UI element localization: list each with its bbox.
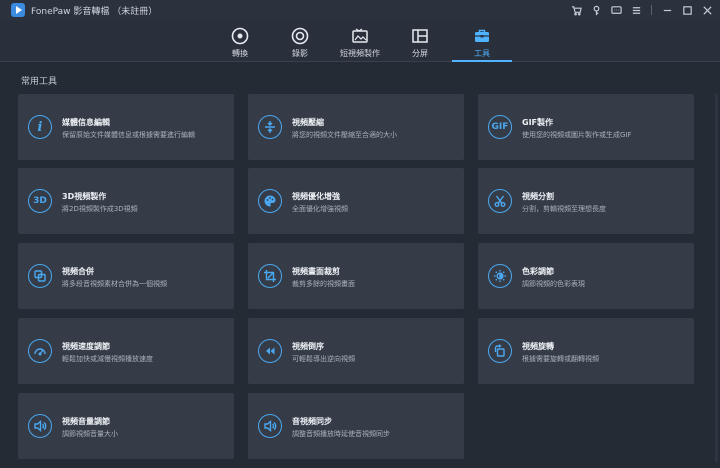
toolbox-icon — [475, 29, 489, 42]
brightness-icon — [488, 264, 512, 288]
tab-record[interactable]: 錄影 — [270, 20, 330, 62]
tool-card-speed[interactable]: 視頻速度調節 輕鬆加快或減慢視頻播放速度 — [18, 318, 234, 384]
tool-card-reverse[interactable]: 視頻倒序 可輕鬆導出逆向視頻 — [248, 318, 464, 384]
tool-title: 視頻音量調節 — [62, 417, 110, 426]
key-icon[interactable] — [589, 2, 603, 18]
merge-icon — [28, 264, 52, 288]
record-icon — [291, 27, 309, 45]
tab-collage[interactable]: 分屏 — [390, 20, 450, 62]
tab-label: 分屏 — [412, 49, 428, 58]
convert-icon — [231, 27, 249, 45]
collage-icon — [412, 29, 428, 43]
tab-convert[interactable]: 轉換 — [210, 20, 270, 62]
feedback-icon[interactable] — [609, 2, 623, 18]
tool-card-gif[interactable]: GIF GIF製作 使用您的視頻或圖片製作或生成GIF — [478, 94, 694, 160]
tool-title: 色彩調節 — [522, 267, 554, 276]
reverse-icon — [258, 339, 282, 363]
speed-icon — [28, 339, 52, 363]
tool-desc: 可輕鬆導出逆向視頻 — [292, 355, 355, 363]
tool-desc: 輕鬆加快或減慢視頻播放速度 — [62, 355, 153, 363]
main-nav: 轉換 錄影 短視頻製作 分屏 工具 — [0, 20, 720, 62]
close-icon[interactable] — [700, 2, 714, 18]
app-logo-icon — [11, 3, 25, 17]
tool-title: 視頻合併 — [62, 267, 94, 276]
window-controls — [569, 2, 714, 18]
info-icon: i — [28, 115, 52, 139]
tool-card-rotate[interactable]: 視頻旋轉 根據需要旋轉或翻轉視頻 — [478, 318, 694, 384]
tool-desc: 將多段音視頻素材合併為一個視頻 — [62, 280, 167, 288]
tool-title: 視頻速度調節 — [62, 342, 110, 351]
tool-title: 視頻分割 — [522, 192, 554, 201]
tool-title: GIF製作 — [522, 118, 554, 127]
tab-label: 錄影 — [292, 49, 308, 58]
compress-icon — [258, 115, 282, 139]
scissors-icon — [488, 189, 512, 213]
tool-card-compress[interactable]: 視頻壓縮 將您的視頻文件壓縮至合適的大小 — [248, 94, 464, 160]
volume-icon — [28, 414, 52, 438]
tab-mv[interactable]: 短視頻製作 — [330, 20, 390, 62]
mv-icon — [352, 28, 368, 43]
tool-desc: 將您的視頻文件壓縮至合適的大小 — [292, 131, 397, 139]
app-title: FonePaw 影音轉檔 （未註冊） — [31, 7, 158, 17]
scrollbar[interactable] — [715, 94, 718, 462]
tab-label: 短視頻製作 — [340, 49, 380, 58]
tool-desc: 調節視頻音量大小 — [62, 430, 118, 438]
tool-title: 媒體信息編輯 — [62, 118, 110, 127]
cart-icon[interactable] — [569, 2, 583, 18]
sync-icon — [258, 414, 282, 438]
tool-card-3d[interactable]: 3D 3D視頻製作 將2D視頻製作成3D視頻 — [18, 168, 234, 234]
tool-desc: 分割，剪輯視頻至理想長度 — [522, 205, 606, 213]
maximize-icon[interactable] — [680, 2, 694, 18]
tool-title: 3D視頻製作 — [62, 192, 107, 201]
menu-icon[interactable] — [629, 2, 643, 18]
tool-title: 視頻倒序 — [292, 342, 324, 351]
tool-title: 視頻壓縮 — [292, 118, 324, 127]
tab-toolbox[interactable]: 工具 — [452, 20, 512, 62]
tool-desc: 調節視頻的色彩表現 — [522, 280, 585, 288]
tool-card-merge[interactable]: 視頻合併 將多段音視頻素材合併為一個視頻 — [18, 243, 234, 309]
title-bar: FonePaw 影音轉檔 （未註冊） — [0, 0, 720, 20]
separator — [651, 5, 652, 15]
tool-desc: 保留原始文件媒體信息或根據需要進行編輯 — [62, 131, 195, 139]
tool-card-metadata[interactable]: i 媒體信息編輯 保留原始文件媒體信息或根據需要進行編輯 — [18, 94, 234, 160]
tool-desc: 將2D視頻製作成3D視頻 — [62, 205, 138, 213]
tool-card-enhance[interactable]: 視頻優化增強 全面優化增強視頻 — [248, 168, 464, 234]
tool-desc: 調整音頻播放時延使音視頻同步 — [292, 430, 390, 438]
tab-label: 工具 — [474, 49, 490, 58]
minimize-icon[interactable] — [660, 2, 674, 18]
tool-desc: 使用您的視頻或圖片製作或生成GIF — [522, 131, 632, 139]
tool-desc: 全面優化增強視頻 — [292, 205, 348, 213]
tool-title: 音視頻同步 — [292, 417, 332, 426]
tool-desc: 裁剪多餘的視頻畫面 — [292, 280, 355, 288]
tab-label: 轉換 — [232, 49, 248, 58]
section-title: 常用工具 — [21, 77, 58, 87]
tool-card-color[interactable]: 色彩調節 調節視頻的色彩表現 — [478, 243, 694, 309]
palette-icon — [258, 189, 282, 213]
tool-title: 視頻畫面裁剪 — [292, 267, 340, 276]
tool-card-trim[interactable]: 視頻分割 分割，剪輯視頻至理想長度 — [478, 168, 694, 234]
tool-card-sync[interactable]: 音視頻同步 調整音頻播放時延使音視頻同步 — [248, 393, 464, 459]
tool-desc: 根據需要旋轉或翻轉視頻 — [522, 355, 599, 363]
crop-icon — [258, 264, 282, 288]
tool-card-volume[interactable]: 視頻音量調節 調節視頻音量大小 — [18, 393, 234, 459]
gif-icon: GIF — [488, 115, 512, 139]
tool-card-crop[interactable]: 視頻畫面裁剪 裁剪多餘的視頻畫面 — [248, 243, 464, 309]
tool-title: 視頻旋轉 — [522, 342, 554, 351]
3d-icon: 3D — [28, 189, 52, 213]
tool-title: 視頻優化增強 — [292, 192, 340, 201]
rotate-icon — [488, 339, 512, 363]
